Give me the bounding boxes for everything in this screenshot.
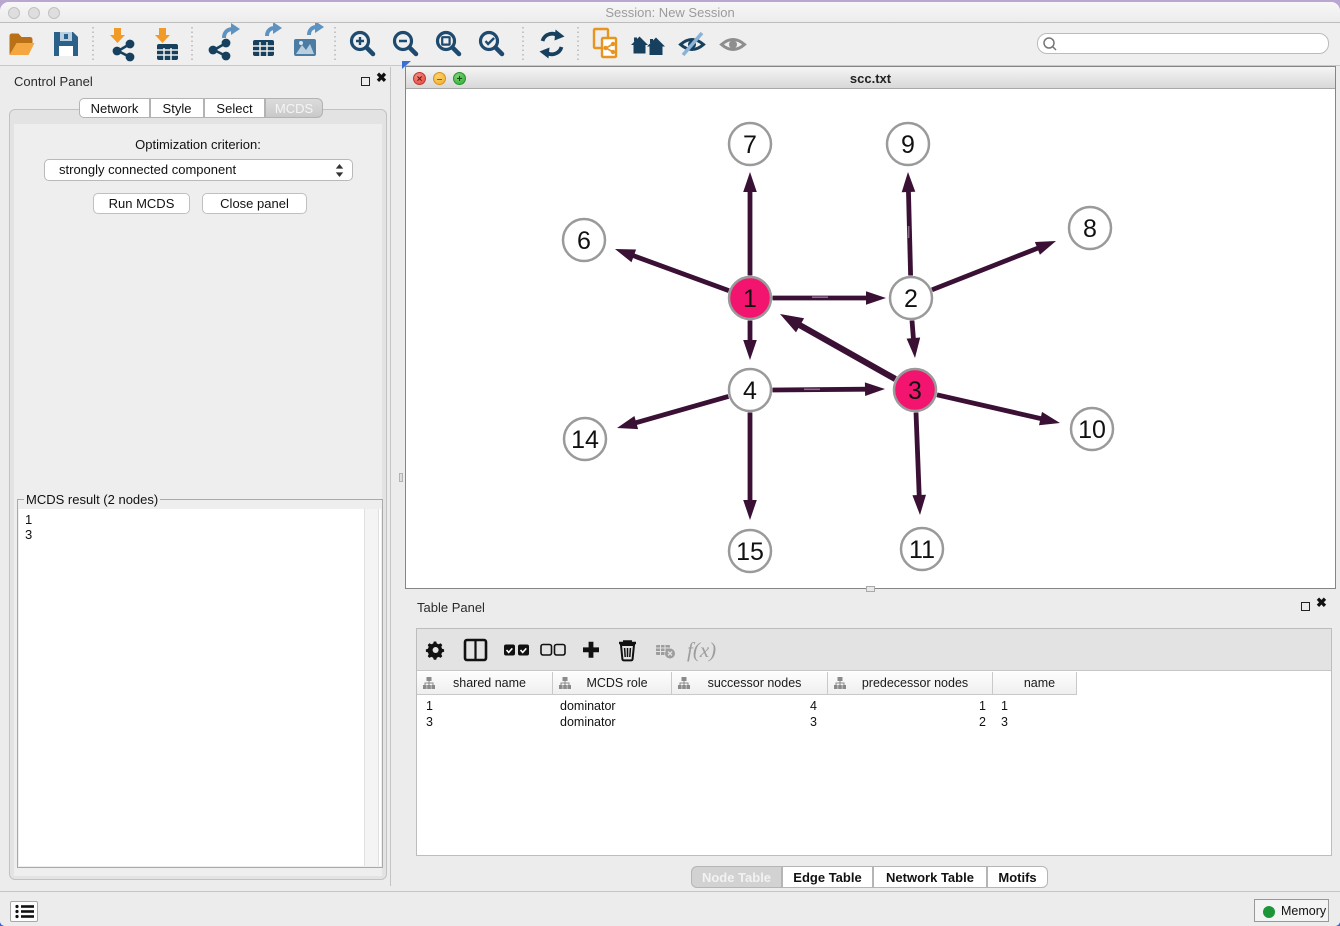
svg-text:9: 9	[901, 131, 915, 159]
svg-text:10: 10	[1078, 416, 1106, 444]
svg-text:7: 7	[743, 131, 757, 159]
svg-text:15: 15	[736, 538, 764, 566]
svg-text:14: 14	[571, 426, 599, 454]
svg-text:6: 6	[577, 227, 591, 255]
svg-text:4: 4	[743, 377, 757, 405]
svg-text:2: 2	[904, 285, 918, 313]
svg-text:3: 3	[908, 377, 922, 405]
svg-text:f(x): f(x)	[687, 638, 716, 662]
svg-text:1: 1	[743, 285, 757, 313]
svg-text:11: 11	[909, 536, 935, 564]
svg-text:8: 8	[1083, 215, 1097, 243]
